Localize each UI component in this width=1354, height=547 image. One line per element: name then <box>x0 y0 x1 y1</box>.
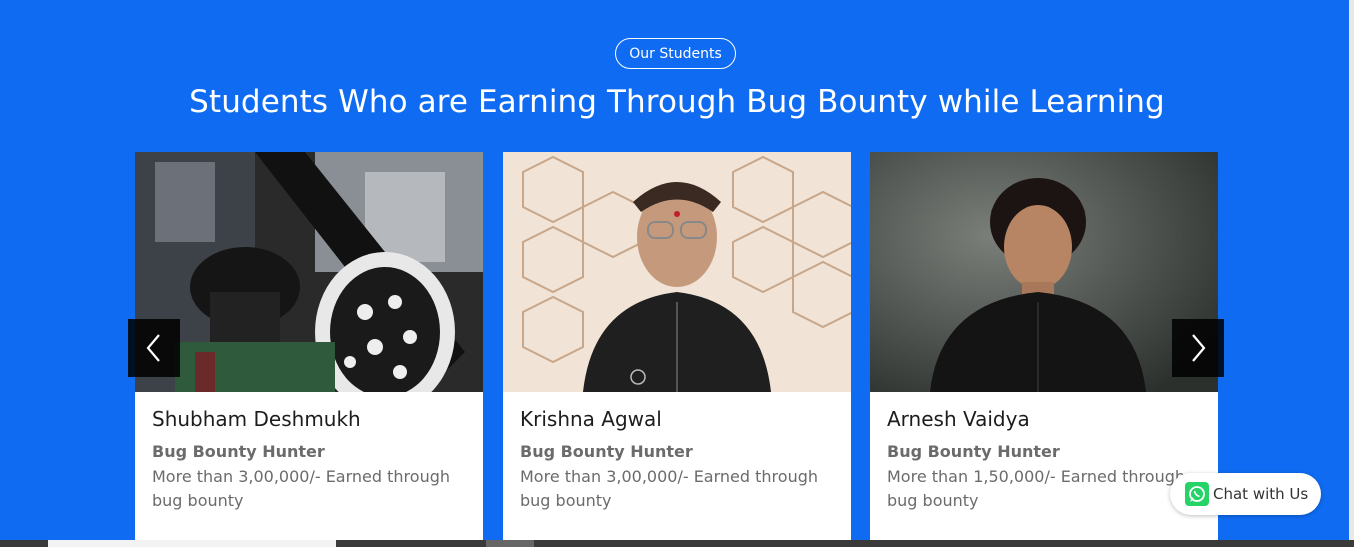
section-heading: Students Who are Earning Through Bug Bou… <box>189 84 1165 120</box>
carousel-prev-button[interactable] <box>128 319 180 377</box>
student-card[interactable]: Arnesh Vaidya Bug Bounty Hunter More tha… <box>870 152 1218 544</box>
student-role: Bug Bounty Hunter <box>520 442 693 461</box>
student-name: Arnesh Vaidya <box>887 407 1030 431</box>
student-photo <box>870 152 1218 392</box>
chevron-right-icon <box>1192 334 1206 362</box>
student-role: Bug Bounty Hunter <box>152 442 325 461</box>
student-card[interactable]: Shubham Deshmukh Bug Bounty Hunter More … <box>135 152 483 544</box>
student-photo <box>503 152 851 392</box>
next-section-block <box>486 540 534 547</box>
next-section-peek <box>0 540 1354 547</box>
chevron-left-icon <box>146 334 160 362</box>
student-name: Shubham Deshmukh <box>152 407 361 431</box>
student-card[interactable]: Krishna Agwal Bug Bounty Hunter More tha… <box>503 152 851 544</box>
chat-label: Chat with Us <box>1213 485 1309 503</box>
student-earnings: More than 3,00,000/- Earned through bug … <box>520 467 818 510</box>
page-scrollbar[interactable] <box>1349 0 1354 540</box>
our-students-section: Our Students Students Who are Earning Th… <box>0 0 1354 544</box>
our-students-pill: Our Students <box>615 38 736 69</box>
whatsapp-chat-button[interactable]: Chat with Us <box>1170 473 1321 515</box>
student-earnings: More than 1,50,000/- Earned through bug … <box>887 467 1185 510</box>
whatsapp-icon <box>1185 482 1209 506</box>
student-role: Bug Bounty Hunter <box>887 442 1060 461</box>
student-name: Krishna Agwal <box>520 407 662 431</box>
carousel-next-button[interactable] <box>1172 319 1224 377</box>
next-section-block <box>48 540 336 547</box>
student-photo <box>135 152 483 392</box>
student-earnings: More than 3,00,000/- Earned through bug … <box>152 467 450 510</box>
